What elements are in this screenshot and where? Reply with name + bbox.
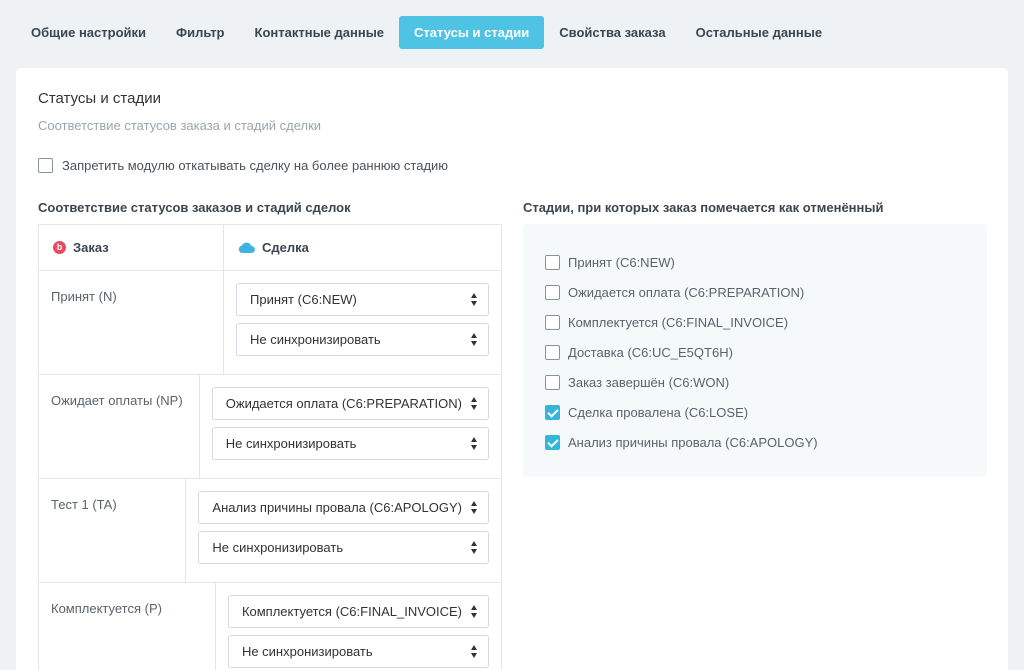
table-row: Комплектуется (P) Комплектуется (C6:FINA… xyxy=(39,583,501,670)
tab-order-properties[interactable]: Свойства заказа xyxy=(544,16,680,49)
forbid-rollback-option[interactable]: Запретить модулю откатывать сделку на бо… xyxy=(38,158,448,173)
select-arrows-icon xyxy=(471,437,478,450)
order-status-cell: Тест 1 (TA) xyxy=(39,479,187,582)
forbid-rollback-label: Запретить модулю откатывать сделку на бо… xyxy=(62,158,449,173)
tab-filter[interactable]: Фильтр xyxy=(161,16,240,49)
cancel-stage-checkbox[interactable] xyxy=(545,344,560,360)
cancel-stage-label: Сделка провалена (C6:LOSE) xyxy=(568,404,749,420)
cancel-stage-label: Принят (C6:NEW) xyxy=(568,254,675,270)
table-row: Ожидает оплаты (NP) Ожидается оплата (C6… xyxy=(39,375,501,479)
sync-mode-select[interactable]: Не синхронизировать xyxy=(227,635,489,668)
cancel-stage-checkbox[interactable] xyxy=(545,314,560,330)
sync-mode-select[interactable]: Не синхронизировать xyxy=(211,427,489,460)
forbid-rollback-checkbox[interactable] xyxy=(38,158,53,173)
deal-stage-select[interactable]: Анализ причины провала (C6:APOLOGY) xyxy=(198,491,489,524)
table-row: Принят (N) Принят (C6:NEW) Не синхронизи… xyxy=(39,271,501,375)
select-arrows-icon xyxy=(471,605,478,618)
cancel-stage-checkbox[interactable] xyxy=(545,374,560,390)
select-arrows-icon xyxy=(471,645,478,658)
column-deal-label: Сделка xyxy=(262,240,309,255)
cancel-stages-list: Принят (C6:NEW) Ожидается оплата (C6:PRE… xyxy=(523,224,987,477)
cancel-stage-label: Анализ причины провала (C6:APOLOGY) xyxy=(568,434,818,450)
tab-general-settings[interactable]: Общие настройки xyxy=(16,16,161,49)
deal-stage-cell: Принят (C6:NEW) Не синхронизировать xyxy=(224,271,501,374)
order-status-cell: Ожидает оплаты (NP) xyxy=(39,375,200,478)
order-status-cell: Принят (N) xyxy=(39,271,224,374)
cancel-stage-item[interactable]: Ожидается оплата (C6:PREPARATION) xyxy=(523,277,987,307)
section-title: Статусы и стадии xyxy=(38,90,161,107)
cancel-stage-label: Заказ завершён (C6:WON) xyxy=(568,374,730,390)
cancel-stage-item[interactable]: Комплектуется (C6:FINAL_INVOICE) xyxy=(523,307,987,337)
sync-mode-select[interactable]: Не синхронизировать xyxy=(236,323,489,356)
cancel-stage-label: Ожидается оплата (C6:PREPARATION) xyxy=(568,284,805,300)
column-order-label: Заказ xyxy=(73,240,109,255)
cancel-stage-item[interactable]: Принят (C6:NEW) xyxy=(523,247,987,277)
cancel-heading: Стадии, при которых заказ помечается как… xyxy=(523,200,884,215)
cancel-stage-checkbox[interactable] xyxy=(545,404,560,420)
section-subtitle: Соответствие статусов заказа и стадий сд… xyxy=(38,118,322,133)
cancel-stage-label: Доставка (C6:UC_E5QT6H) xyxy=(568,344,733,360)
settings-panel: Статусы и стадии Соответствие статусов з… xyxy=(16,68,1008,670)
select-arrows-icon xyxy=(471,397,478,410)
deal-stage-select[interactable]: Ожидается оплата (C6:PREPARATION) xyxy=(211,387,489,420)
select-arrows-icon xyxy=(471,541,478,554)
mapping-heading: Соответствие статусов заказов и стадий с… xyxy=(38,200,351,215)
select-arrows-icon xyxy=(471,293,478,306)
cancel-stage-item[interactable]: Доставка (C6:UC_E5QT6H) xyxy=(523,337,987,367)
cancel-stage-label: Комплектуется (C6:FINAL_INVOICE) xyxy=(568,314,789,330)
select-arrows-icon xyxy=(471,333,478,346)
deal-stage-cell: Комплектуется (C6:FINAL_INVOICE) Не синх… xyxy=(216,583,501,670)
tab-statuses-stages[interactable]: Статусы и стадии xyxy=(399,16,545,49)
tab-other-data[interactable]: Остальные данные xyxy=(681,16,838,49)
cloud-icon xyxy=(238,242,255,253)
cancel-stage-checkbox[interactable] xyxy=(545,284,560,300)
table-header: b Заказ Сделка xyxy=(39,225,501,271)
select-arrows-icon xyxy=(471,501,478,514)
cancel-stage-checkbox[interactable] xyxy=(545,254,560,270)
sync-mode-select[interactable]: Не синхронизировать xyxy=(198,531,489,564)
deal-stage-cell: Ожидается оплата (C6:PREPARATION) Не син… xyxy=(200,375,501,478)
status-mapping-table: b Заказ Сделка Принят (N) Принят (C6:NEW… xyxy=(38,224,502,670)
cancel-stage-item[interactable]: Сделка провалена (C6:LOSE) xyxy=(523,397,987,427)
deal-stage-select[interactable]: Принят (C6:NEW) xyxy=(236,283,489,316)
cancel-stage-item[interactable]: Заказ завершён (C6:WON) xyxy=(523,367,987,397)
order-logo-icon: b xyxy=(53,241,66,254)
column-header-order: b Заказ xyxy=(39,225,224,270)
cancel-stage-checkbox[interactable] xyxy=(545,434,560,450)
tab-bar: Общие настройки Фильтр Контактные данные… xyxy=(16,16,837,49)
deal-stage-select[interactable]: Комплектуется (C6:FINAL_INVOICE) xyxy=(227,595,489,628)
column-header-deal: Сделка xyxy=(224,225,501,270)
order-status-cell: Комплектуется (P) xyxy=(39,583,216,670)
deal-stage-cell: Анализ причины провала (C6:APOLOGY) Не с… xyxy=(186,479,501,582)
table-row: Тест 1 (TA) Анализ причины провала (C6:A… xyxy=(39,479,501,583)
tab-contact-data[interactable]: Контактные данные xyxy=(240,16,400,49)
cancel-stage-item[interactable]: Анализ причины провала (C6:APOLOGY) xyxy=(523,427,987,457)
